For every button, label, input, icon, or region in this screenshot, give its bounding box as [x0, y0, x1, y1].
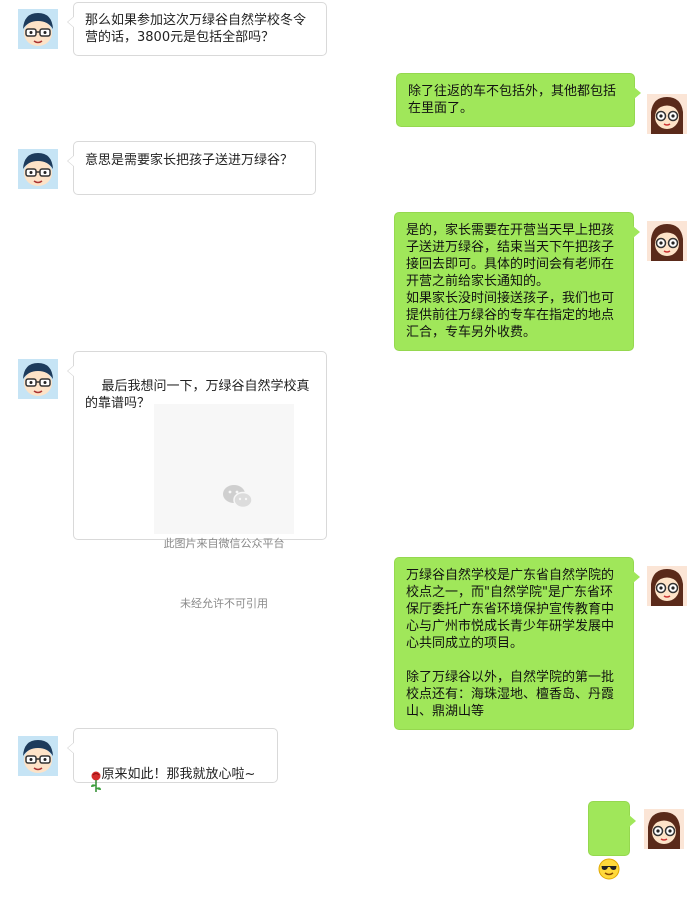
message-text: 意思是需要家长把孩子送进万绿谷？	[85, 153, 294, 168]
sunglasses-smiley-icon	[598, 824, 629, 902]
message-bubble[interactable]: 是的，家长需要在开营当天早上把孩子送进万绿谷，结束当天下午把孩子接回去即可。具体…	[394, 212, 640, 351]
message-bubble[interactable]: 最后我想问一下，万绿谷自然学校真的靠谱吗？ 此图片来自微信公众平台 未经允许不可…	[67, 351, 327, 610]
message-bubble[interactable]: 万绿谷自然学校是广东省自然学院的校点之一，而"自然学院"是广东省环保厅委托广东省…	[394, 557, 640, 730]
parent-avatar[interactable]	[18, 359, 58, 399]
boy-avatar-icon	[18, 9, 58, 49]
teacher-avatar[interactable]	[644, 809, 684, 849]
rose-icon	[89, 771, 103, 798]
boy-avatar-icon	[18, 736, 58, 776]
teacher-avatar[interactable]	[647, 566, 687, 606]
image-notice-line: 未经允许不可引用	[180, 597, 268, 610]
message-bubble[interactable]: 那么如果参加这次万绿谷自然学校冬令营的话，3800元是包括全部吗？	[67, 2, 327, 56]
parent-avatar[interactable]	[18, 736, 58, 776]
teacher-avatar[interactable]	[647, 221, 687, 261]
girl-avatar-icon	[647, 221, 687, 261]
parent-avatar[interactable]	[18, 149, 58, 189]
message-text: 除了往返的车不包括外，其他都包括在里面了。	[408, 84, 617, 116]
wechat-logo-icon	[154, 464, 294, 509]
image-notice-line: 此图片来自微信公众平台	[163, 537, 285, 550]
girl-avatar-icon	[647, 94, 687, 134]
boy-avatar-icon	[18, 359, 58, 399]
message-text: 是的，家长需要在开营当天早上把孩子送进万绿谷，结束当天下午把孩子接回去即可。具体…	[406, 223, 615, 340]
message-bubble[interactable]: 意思是需要家长把孩子送进万绿谷？	[67, 141, 316, 195]
girl-avatar-icon	[644, 809, 684, 849]
teacher-avatar[interactable]	[647, 94, 687, 134]
message-bubble[interactable]: 原来如此！那我就放心啦~	[67, 728, 278, 792]
message-text: 原来如此！那我就放心啦~	[101, 767, 256, 782]
message-bubble[interactable]	[588, 801, 636, 880]
parent-avatar[interactable]	[18, 9, 58, 49]
message-text: 那么如果参加这次万绿谷自然学校冬令营的话，3800元是包括全部吗？	[85, 13, 307, 45]
image-placeholder[interactable]: 此图片来自微信公众平台 未经允许不可引用	[154, 404, 294, 610]
message-text: 万绿谷自然学校是广东省自然学院的校点之一，而"自然学院"是广东省环保厅委托广东省…	[406, 568, 615, 719]
boy-avatar-icon	[18, 149, 58, 189]
message-bubble[interactable]: 除了往返的车不包括外，其他都包括在里面了。	[396, 73, 641, 127]
girl-avatar-icon	[647, 566, 687, 606]
